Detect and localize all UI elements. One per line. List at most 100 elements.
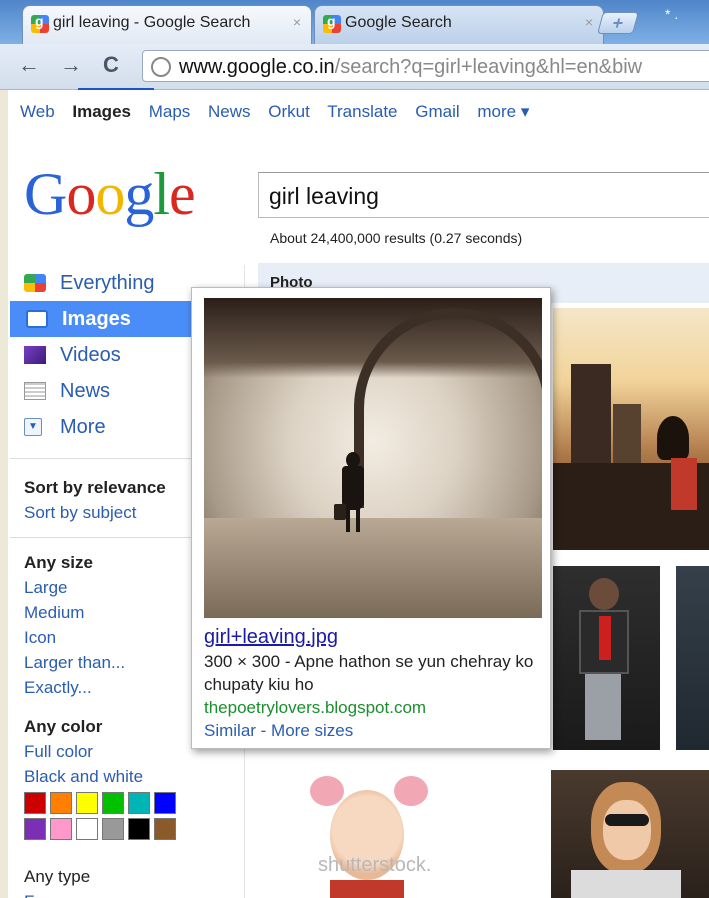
hair-bow-shape — [394, 776, 428, 806]
color-swatch[interactable] — [128, 818, 150, 840]
tab-close-icon[interactable]: × — [293, 14, 301, 30]
address-bar[interactable]: www.google.co.in/search?q=girl+leaving&h… — [142, 50, 709, 82]
results-page: Google girl leaving About 24,400,000 res… — [8, 130, 709, 898]
new-tab-button[interactable]: + — [597, 12, 639, 34]
tab-title: Google Search — [345, 14, 452, 31]
image-result-toddler[interactable]: shutterstock. — [270, 770, 540, 898]
gbar-images[interactable]: Images — [72, 102, 131, 121]
system-tray-icons: * . — [665, 6, 679, 22]
person-shirt-shape — [599, 616, 611, 660]
color-bw-link[interactable]: Black and white — [24, 764, 143, 789]
type-heading[interactable]: Any type — [24, 864, 90, 889]
sort-by-subject-link[interactable]: Sort by subject — [24, 500, 166, 525]
color-swatch[interactable] — [154, 792, 176, 814]
image-result-man[interactable] — [553, 566, 660, 750]
color-swatch[interactable] — [76, 818, 98, 840]
image-result-rooftop[interactable] — [553, 308, 709, 550]
url-path: /search?q=girl+leaving&hl=en&biw — [334, 56, 643, 78]
result-stats: About 24,400,000 results (0.27 seconds) — [270, 230, 523, 246]
videos-icon — [24, 346, 46, 364]
station-arch-shape — [354, 308, 542, 508]
child-shirt-shape — [330, 880, 404, 898]
tab-strip: girl leaving - Google Search × Google Se… — [0, 0, 709, 44]
size-options: Any size Large Medium Icon Larger than..… — [24, 550, 125, 700]
google-favicon-icon — [323, 13, 341, 33]
watermark-text: shutterstock. — [318, 854, 432, 876]
color-swatch[interactable] — [76, 792, 98, 814]
news-icon — [24, 382, 46, 400]
back-arrow-icon[interactable]: ← — [18, 52, 40, 78]
nav-label: Images — [62, 308, 131, 330]
url-domain: www.google.co.in — [179, 56, 335, 78]
size-medium-link[interactable]: Medium — [24, 600, 125, 625]
woman-leg-shape — [356, 508, 360, 532]
size-icon-link[interactable]: Icon — [24, 625, 125, 650]
gbar-web[interactable]: Web — [20, 102, 55, 121]
type-face-link[interactable]: Face — [24, 889, 90, 898]
image-result-partial[interactable] — [676, 566, 709, 750]
person-head-shape — [589, 578, 619, 610]
tab-close-icon[interactable]: × — [585, 14, 593, 30]
gbar-news[interactable]: News — [208, 102, 251, 121]
browser-window: girl leaving - Google Search × Google Se… — [0, 0, 709, 898]
preview-similar-links[interactable]: Similar - More sizes — [204, 719, 540, 742]
preview-image[interactable] — [204, 298, 542, 618]
color-swatch[interactable] — [102, 818, 124, 840]
color-options: Any color Full color Black and white — [24, 714, 143, 789]
building-shape — [571, 364, 611, 472]
color-swatch[interactable] — [102, 792, 124, 814]
size-heading: Any size — [24, 553, 93, 572]
color-swatch[interactable] — [24, 792, 46, 814]
tab-title: girl leaving - Google Search — [53, 14, 251, 31]
color-swatch[interactable] — [50, 792, 72, 814]
color-swatch[interactable] — [154, 818, 176, 840]
color-swatch[interactable] — [24, 818, 46, 840]
reload-icon[interactable]: C — [103, 52, 119, 78]
sort-current: Sort by relevance — [24, 478, 166, 497]
browser-toolbar: ← → C www.google.co.in/search?q=girl+lea… — [0, 44, 709, 90]
preview-info: girl+leaving.jpg 300 × 300 - Apne hathon… — [204, 624, 540, 742]
person-legs-shape — [585, 674, 621, 740]
preview-filename-link[interactable]: girl+leaving.jpg — [204, 624, 540, 650]
images-icon — [26, 310, 48, 328]
preview-meta: 300 × 300 - Apne hathon se yun chehray k… — [204, 652, 534, 694]
tab-google-search[interactable]: Google Search × — [314, 5, 604, 44]
nav-label: More — [60, 416, 106, 438]
dropdown-icon: ▼ — [24, 418, 42, 436]
search-input[interactable]: girl leaving — [258, 172, 709, 218]
size-exactly-link[interactable]: Exactly... — [24, 675, 125, 700]
image-result-woman[interactable] — [551, 770, 709, 898]
tab-girl-leaving[interactable]: girl leaving - Google Search × — [22, 5, 312, 44]
suitcase-shape — [334, 504, 346, 520]
size-larger-than-link[interactable]: Larger than... — [24, 650, 125, 675]
color-swatches — [24, 792, 214, 844]
gbar-orkut[interactable]: Orkut — [268, 102, 310, 121]
nav-label: Videos — [60, 344, 121, 366]
color-heading: Any color — [24, 717, 103, 736]
platform-shape — [204, 518, 542, 618]
woman-leg-shape — [346, 508, 350, 532]
color-swatch[interactable] — [128, 792, 150, 814]
person-shape — [657, 416, 689, 460]
hair-bow-shape — [310, 776, 344, 806]
preview-source-url[interactable]: thepoetrylovers.blogspot.com — [204, 696, 540, 719]
nav-label: Everything — [60, 272, 155, 294]
size-large-link[interactable]: Large — [24, 575, 125, 600]
shirt-shape — [571, 870, 681, 898]
sunglasses-shape — [605, 814, 649, 826]
gbar-translate[interactable]: Translate — [327, 102, 397, 121]
woman-body-shape — [342, 466, 364, 510]
forward-arrow-icon[interactable]: → — [60, 52, 82, 78]
face-shape — [603, 800, 651, 860]
google-favicon-icon — [31, 13, 49, 33]
google-logo[interactable]: Google — [24, 164, 196, 224]
color-swatch[interactable] — [50, 818, 72, 840]
type-options: Any type Face — [24, 864, 90, 898]
gbar-maps[interactable]: Maps — [149, 102, 191, 121]
nav-label: News — [60, 380, 111, 402]
gbar-more[interactable]: more ▾ — [477, 102, 529, 121]
image-preview-popup[interactable]: girl+leaving.jpg 300 × 300 - Apne hathon… — [191, 287, 551, 749]
color-full-link[interactable]: Full color — [24, 739, 143, 764]
gbar-gmail[interactable]: Gmail — [415, 102, 459, 121]
person-shape — [671, 458, 697, 510]
